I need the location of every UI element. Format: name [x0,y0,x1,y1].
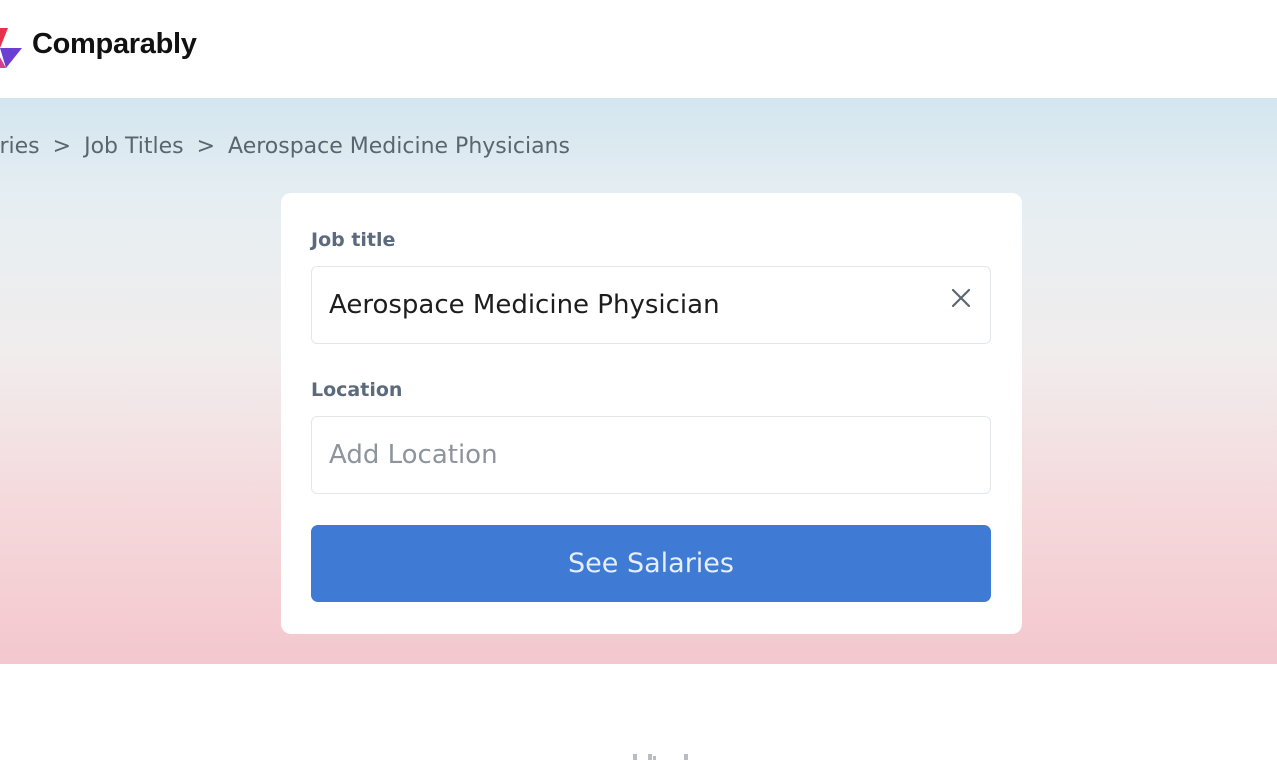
brand-logo[interactable]: Comparably [0,18,197,70]
site-header: Comparably [0,0,1277,98]
location-label: Location [311,379,403,401]
breadcrumb-separator: > [52,133,72,159]
location-placeholder: Add Location [329,440,498,470]
breadcrumb-separator: > [196,133,216,159]
breadcrumb-job-titles[interactable]: Job Titles [84,134,184,159]
job-title-label: Job title [311,229,396,251]
breadcrumb-current[interactable]: Aerospace Medicine Physicians [228,134,570,159]
job-title-input[interactable]: Aerospace Medicine Physician [311,266,991,344]
close-icon-glyph [951,288,971,308]
job-title-value: Aerospace Medicine Physician [329,290,720,320]
section-heading-cutoff [600,742,720,760]
cutoff-heading-glyphs [633,754,688,760]
see-salaries-button[interactable]: See Salaries [311,525,991,602]
page: Comparably aries > Job Titles > Aerospac… [0,0,1277,760]
breadcrumb: aries > Job Titles > Aerospace Medicine … [0,130,570,162]
salary-search-card: Job title Aerospace Medicine Physician L… [281,193,1022,634]
breadcrumb-salaries[interactable]: aries [0,134,40,159]
comparably-logo-icon [0,28,22,68]
brand-name: Comparably [32,27,197,60]
close-icon[interactable] [948,285,974,311]
location-input[interactable]: Add Location [311,416,991,494]
